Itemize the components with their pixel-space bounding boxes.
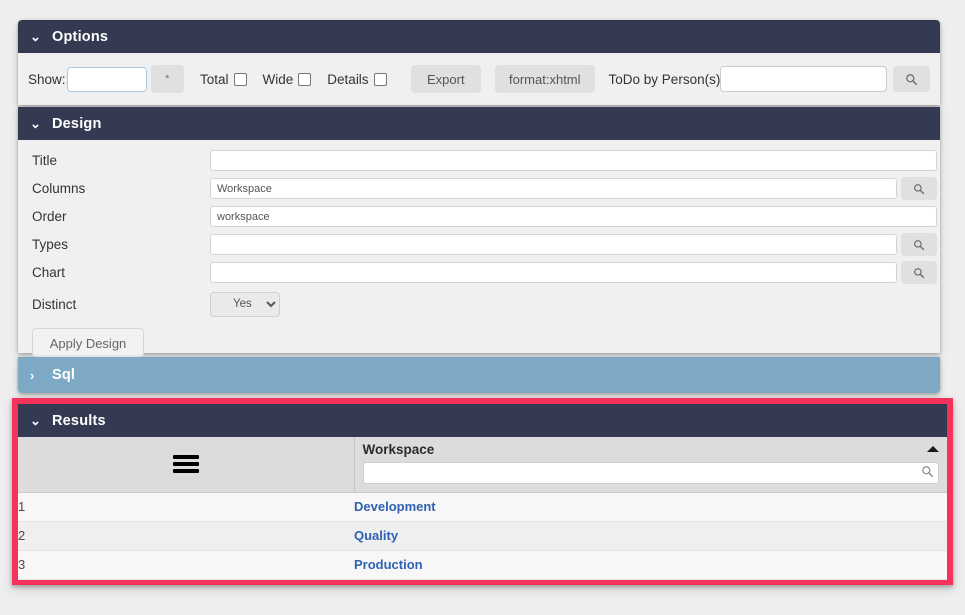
workspace-filter-input[interactable] <box>362 462 939 484</box>
workspace-filter <box>362 462 939 484</box>
row-workspace-link[interactable]: Development <box>354 492 947 522</box>
order-input[interactable] <box>210 206 937 227</box>
title-label: Title <box>32 153 58 168</box>
row-workspace-link[interactable]: Production <box>354 550 947 580</box>
details-checkbox-group: Details <box>327 71 387 87</box>
wide-checkbox-group: Wide <box>263 72 312 87</box>
format-xhtml-button[interactable]: format:xhtml <box>495 65 595 93</box>
design-row-types: Types <box>18 231 940 258</box>
options-panel: ⌄ Options Show: * Total Wide Details Exp… <box>18 20 940 105</box>
todo-search-button[interactable] <box>893 66 930 92</box>
design-panel: ⌄ Design Title Columns Order <box>18 107 940 358</box>
show-label: Show: <box>28 71 66 87</box>
order-label: Order <box>32 209 67 224</box>
results-column-header-workspace[interactable]: Workspace <box>354 437 947 493</box>
title-input[interactable] <box>210 150 937 171</box>
chevron-down-icon[interactable]: ⌄ <box>30 117 46 130</box>
row-workspace-link[interactable]: Quality <box>354 521 947 551</box>
chart-input[interactable] <box>210 262 897 283</box>
design-row-columns: Columns <box>18 175 940 202</box>
export-button[interactable]: Export <box>410 65 482 93</box>
options-panel-header[interactable]: ⌄ Options <box>18 20 940 53</box>
results-table-head: Workspace <box>18 437 947 493</box>
results-panel-title: Results <box>52 412 106 429</box>
sql-panel: › Sql <box>18 357 940 393</box>
design-row-title: Title <box>18 147 940 174</box>
app-page: ⌄ Options Show: * Total Wide Details Exp… <box>0 0 965 615</box>
todo-by-persons-label: ToDo by Person(s) <box>608 71 721 87</box>
sql-panel-title: Sql <box>52 367 76 383</box>
wide-label: Wide <box>262 71 294 87</box>
columns-input[interactable] <box>210 178 897 199</box>
hamburger-menu-icon[interactable] <box>172 455 199 474</box>
search-icon <box>906 73 918 85</box>
workspace-column-label: Workspace <box>362 442 435 457</box>
distinct-label: Distinct <box>32 296 77 312</box>
distinct-select[interactable]: Yes <box>210 291 280 317</box>
table-row[interactable]: 3 Production <box>18 550 947 580</box>
options-toolbar: Show: * Total Wide Details Export format… <box>18 53 940 105</box>
details-label: Details <box>327 71 369 87</box>
table-row[interactable]: 1 Development <box>18 492 947 522</box>
results-panel-header[interactable]: ⌄ Results <box>18 404 947 437</box>
types-label: Types <box>32 237 69 252</box>
chevron-down-icon[interactable]: ⌄ <box>30 414 46 427</box>
sort-ascending-icon[interactable] <box>927 446 939 452</box>
design-row-distinct: Distinct Yes <box>18 287 940 321</box>
show-input[interactable] <box>66 66 147 92</box>
star-button[interactable]: * <box>150 65 184 93</box>
apply-design-button[interactable]: Apply Design <box>32 328 144 358</box>
total-checkbox[interactable] <box>233 72 247 86</box>
search-icon <box>914 267 925 278</box>
columns-search-button[interactable] <box>901 177 937 200</box>
total-label: Total <box>200 71 229 87</box>
results-menu-header[interactable] <box>18 437 355 493</box>
columns-label: Columns <box>32 181 86 196</box>
design-row-order: Order <box>18 203 940 230</box>
wide-checkbox[interactable] <box>298 72 312 86</box>
row-index: 2 <box>18 521 354 551</box>
search-icon <box>914 239 925 250</box>
total-checkbox-group: Total <box>200 72 247 87</box>
results-table: Workspace 1 Development 2 Quality 3 Prod… <box>18 437 947 580</box>
types-input[interactable] <box>210 234 897 255</box>
chart-search-button[interactable] <box>901 261 937 284</box>
todo-by-persons-input[interactable] <box>720 66 888 92</box>
results-table-body: 1 Development 2 Quality 3 Production <box>18 492 947 580</box>
chart-label: Chart <box>32 265 66 280</box>
chevron-down-icon[interactable]: ⌄ <box>30 30 46 43</box>
row-index: 1 <box>18 492 354 522</box>
results-header-row: Workspace <box>18 437 947 493</box>
options-panel-title: Options <box>52 28 109 45</box>
row-index: 3 <box>18 550 354 580</box>
search-icon <box>914 183 925 194</box>
types-search-button[interactable] <box>901 233 937 256</box>
sql-panel-header[interactable]: › Sql <box>18 357 940 393</box>
details-checkbox[interactable] <box>373 72 387 86</box>
design-panel-header[interactable]: ⌄ Design <box>18 107 940 140</box>
design-row-chart: Chart <box>18 259 940 286</box>
table-row[interactable]: 2 Quality <box>18 521 947 551</box>
design-panel-title: Design <box>52 115 102 132</box>
design-form: Title Columns Order Types <box>18 140 940 364</box>
chevron-right-icon[interactable]: › <box>30 369 46 382</box>
results-panel: ⌄ Results Workspace 1 Development 2 Qual… <box>12 398 953 585</box>
